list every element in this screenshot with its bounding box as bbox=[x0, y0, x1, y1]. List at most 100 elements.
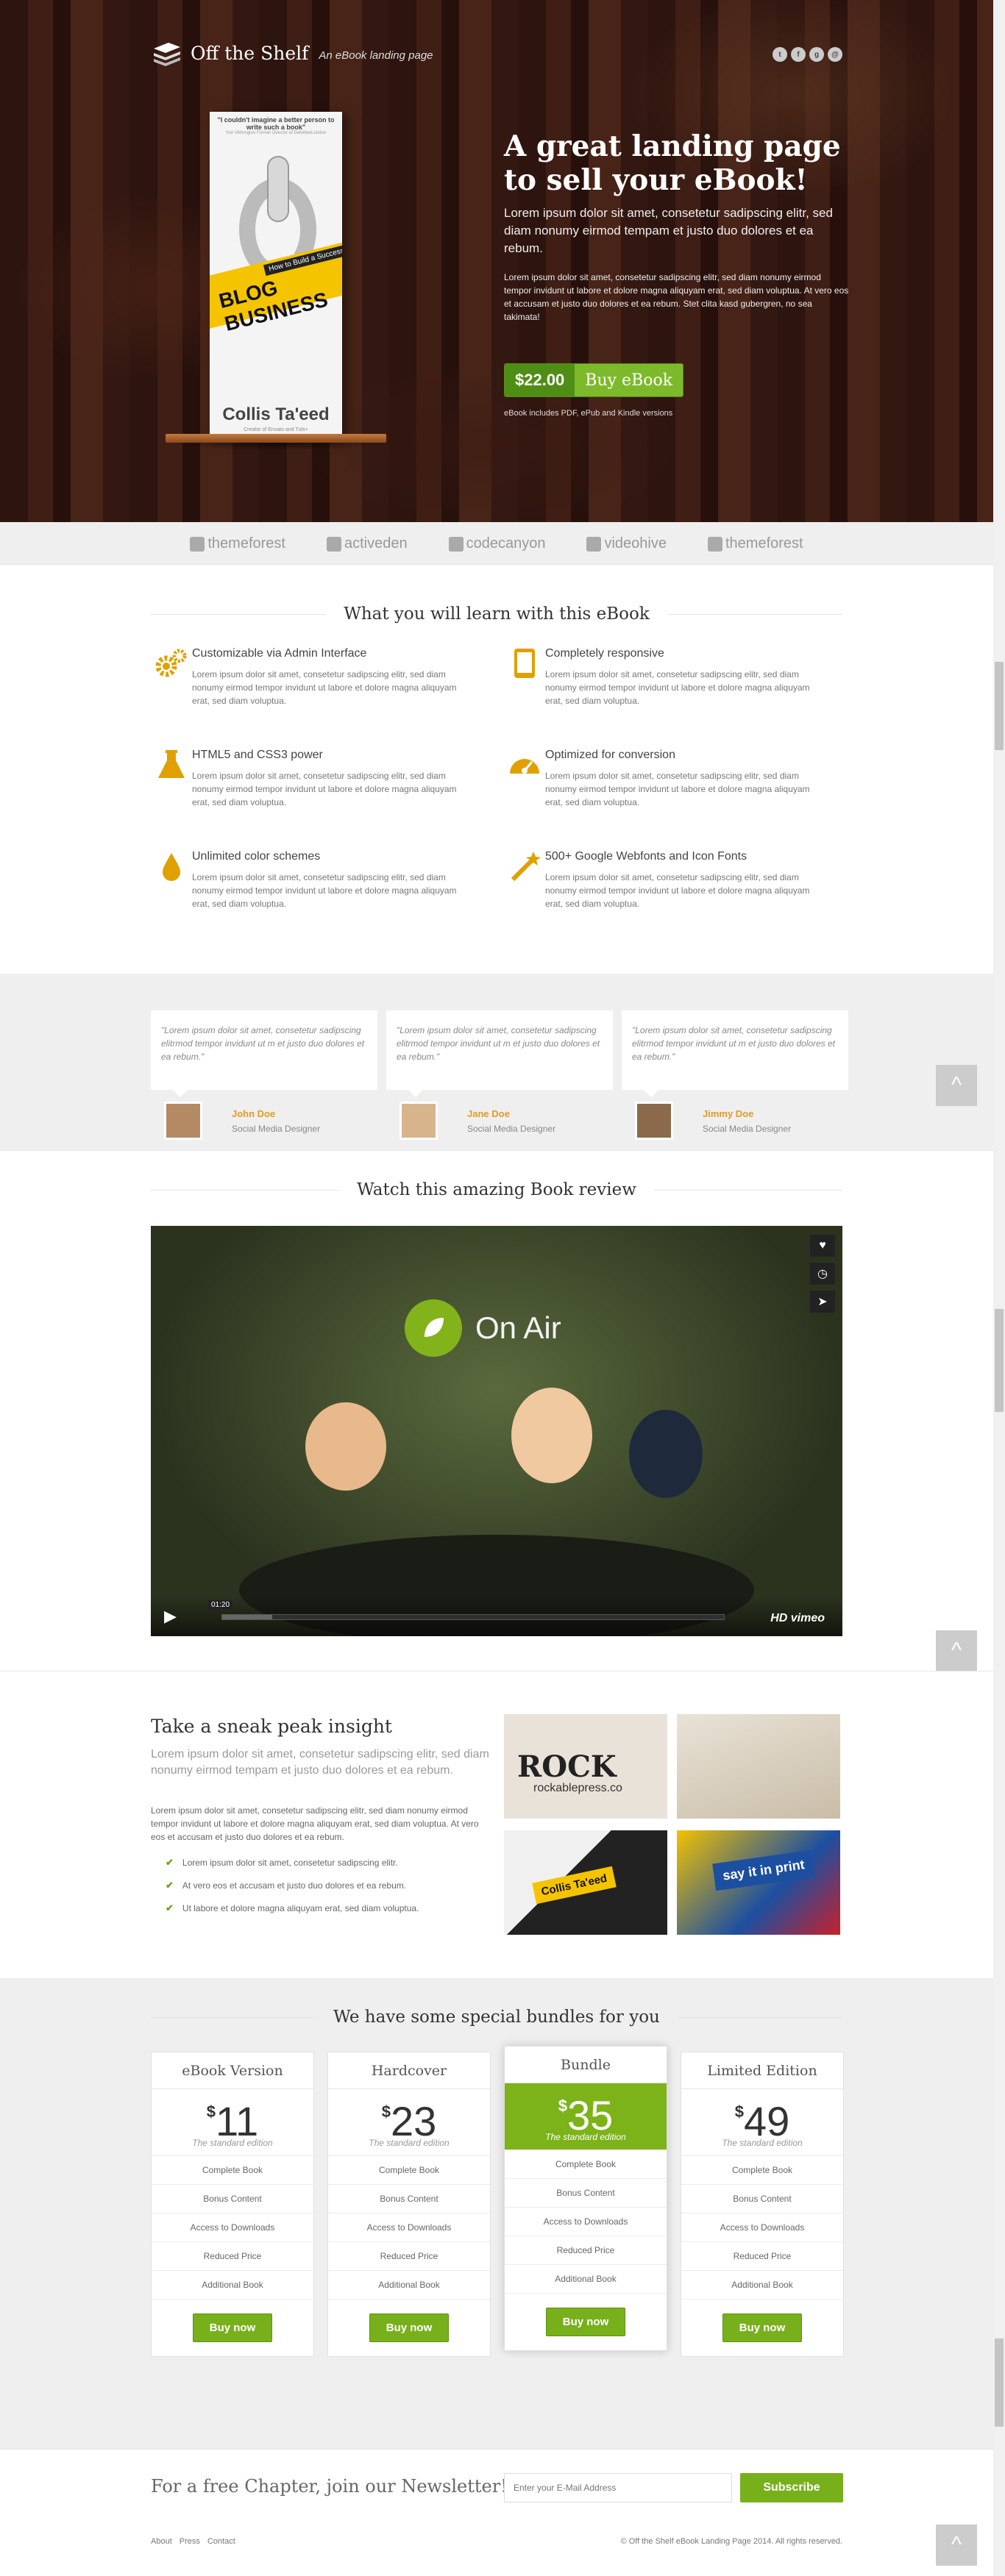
avatar bbox=[164, 1102, 202, 1140]
plan-name: Hardcover bbox=[328, 2052, 490, 2089]
buy-now-button[interactable]: Buy now bbox=[545, 2308, 626, 2336]
video-heading: Watch this amazing Book review bbox=[357, 1180, 636, 1199]
partner-videohive[interactable]: videohive bbox=[586, 535, 667, 552]
twitter-icon[interactable]: t bbox=[773, 47, 787, 62]
googleplus-icon[interactable]: g bbox=[809, 47, 824, 62]
gallery-image-book-pages[interactable] bbox=[677, 1714, 840, 1819]
testimonial-role: Social Media Designer bbox=[703, 1123, 792, 1134]
testimonial-card: "Lorem ipsum dolor sit amet, consetetur … bbox=[386, 1010, 613, 1140]
plan-price: $35 The standard edition bbox=[505, 2083, 667, 2149]
testimonial-card: "Lorem ipsum dolor sit amet, consetetur … bbox=[622, 1010, 848, 1140]
scrollbar-thumb[interactable] bbox=[995, 2338, 1004, 2427]
testimonials-section: "Lorem ipsum dolor sit amet, consetetur … bbox=[0, 974, 993, 1150]
flask-icon bbox=[151, 744, 192, 785]
book-author-sub: Creator of Envato and Tuts+ bbox=[244, 427, 308, 432]
pricing-section: We have some special bundles for you eBo… bbox=[0, 1978, 993, 2449]
testimonial-name: Jimmy Doe bbox=[703, 1107, 754, 1119]
vimeo-hd-label[interactable]: HD vimeo bbox=[770, 1612, 825, 1625]
plan-name: Bundle bbox=[505, 2047, 667, 2083]
avatar bbox=[399, 1102, 438, 1140]
email-icon[interactable]: @ bbox=[828, 47, 842, 62]
partner-codecanyon[interactable]: codecanyon bbox=[448, 535, 545, 552]
buy-now-button[interactable]: Buy now bbox=[722, 2313, 803, 2342]
buy-ebook-label: Buy eBook bbox=[575, 364, 683, 396]
buy-now-button[interactable]: Buy now bbox=[369, 2313, 450, 2342]
scrollbar[interactable] bbox=[993, 0, 1005, 2576]
feature-item: Optimized for conversion Lorem ipsum dolo… bbox=[504, 744, 828, 809]
gears-icon bbox=[151, 643, 192, 684]
video-heading-row: Watch this amazing Book review bbox=[151, 1180, 842, 1199]
plan-name: Limited Edition bbox=[681, 2052, 843, 2089]
video-progress[interactable] bbox=[221, 1614, 725, 1620]
social-links: t f g @ bbox=[773, 47, 842, 62]
book-cover: "I couldn't imagine a better person to w… bbox=[210, 112, 342, 435]
feature-item: Customizable via Admin Interface Lorem ip… bbox=[151, 643, 475, 707]
gallery-image-rock[interactable]: ROCK rockablepress.co bbox=[504, 1714, 667, 1819]
scroll-to-top-button[interactable]: ^ bbox=[936, 1065, 977, 1106]
video-section: Watch this amazing Book review On Air ♥ … bbox=[0, 1150, 993, 1671]
plan-feature: Access to Downloads bbox=[681, 2213, 843, 2241]
check-icon: ✔ bbox=[166, 1857, 174, 1868]
testimonial-name: Jane Doe bbox=[467, 1107, 510, 1119]
plan-feature: Complete Book bbox=[328, 2155, 490, 2184]
send-icon[interactable]: ➤ bbox=[810, 1291, 835, 1313]
email-field[interactable] bbox=[504, 2473, 732, 2502]
plan-feature: Complete Book bbox=[681, 2155, 843, 2184]
pricing-plan-ebook: eBook Version $11 The standard edition Co… bbox=[151, 2052, 314, 2357]
gallery-image-print[interactable]: say it in print bbox=[677, 1830, 840, 1935]
feature-text: Lorem ipsum dolor sit amet, consetetur s… bbox=[545, 872, 810, 909]
check-icon: ✔ bbox=[166, 1880, 174, 1891]
gallery-image-cards[interactable]: Collis Ta'eed bbox=[504, 1830, 667, 1935]
scroll-to-top-button[interactable]: ^ bbox=[936, 1630, 977, 1671]
hero-price: $22.00 bbox=[505, 364, 575, 396]
buy-now-button[interactable]: Buy now bbox=[192, 2313, 273, 2342]
hero-lead: Lorem ipsum dolor sit amet, consetetur s… bbox=[504, 206, 833, 255]
scroll-to-top-button[interactable]: ^ bbox=[936, 2525, 977, 2566]
clock-icon[interactable]: ◷ bbox=[810, 1263, 835, 1285]
video-player[interactable]: On Air ♥ ◷ ➤ ▶ 01:20 HD vimeo bbox=[151, 1226, 842, 1636]
site-logo[interactable]: Off the Shelf An eBook landing page bbox=[151, 38, 433, 68]
copyright: © Off the Shelf eBook Landing Page 2014.… bbox=[620, 2537, 842, 2546]
plan-feature: Bonus Content bbox=[681, 2184, 843, 2213]
features-section: What you will learn with this eBook Cust… bbox=[0, 565, 993, 974]
partner-themeforest[interactable]: themeforest bbox=[190, 535, 285, 552]
feature-item: HTML5 and CSS3 power Lorem ipsum dolor si… bbox=[151, 744, 475, 809]
magic-wand-icon bbox=[504, 846, 545, 887]
plan-feature: Bonus Content bbox=[505, 2178, 667, 2207]
scrollbar-thumb[interactable] bbox=[995, 662, 1004, 750]
feature-text: Lorem ipsum dolor sit amet, consetetur s… bbox=[192, 872, 457, 909]
testimonial-role: Social Media Designer bbox=[467, 1123, 556, 1134]
partner-themeforest-2[interactable]: themeforest bbox=[708, 535, 803, 552]
character-boy bbox=[305, 1402, 386, 1491]
testimonial-quote: "Lorem ipsum dolor sit amet, consetetur … bbox=[386, 1010, 613, 1097]
heart-icon[interactable]: ♥ bbox=[810, 1235, 835, 1257]
plan-price: $23 The standard edition bbox=[369, 2098, 450, 2149]
newsletter-title: For a free Chapter, join our Newsletter! bbox=[151, 2476, 508, 2497]
pricing-plan-limited: Limited Edition $49 The standard edition … bbox=[681, 2052, 844, 2357]
scrollbar-thumb[interactable] bbox=[995, 1309, 1004, 1412]
plan-feature: Reduced Price bbox=[681, 2241, 843, 2270]
check-icon: ✔ bbox=[166, 1902, 174, 1913]
footer-link-about[interactable]: About bbox=[151, 2537, 172, 2546]
buy-ebook-button[interactable]: $22.00 Buy eBook bbox=[504, 363, 684, 397]
plan-feature: Additional Book bbox=[152, 2270, 313, 2299]
subscribe-button[interactable]: Subscribe bbox=[740, 2473, 843, 2502]
plan-feature: Complete Book bbox=[152, 2155, 313, 2184]
list-item: ✔ Lorem ipsum dolor sit amet, consetetur … bbox=[166, 1857, 398, 1868]
feature-item: 500+ Google Webfonts and Icon Fonts Lorem… bbox=[504, 846, 828, 910]
chevron-up-icon: ^ bbox=[951, 2533, 962, 2557]
feature-text: Lorem ipsum dolor sit amet, consetetur s… bbox=[545, 771, 810, 807]
feature-title: Completely responsive bbox=[545, 647, 664, 660]
plan-price: $49 The standard edition bbox=[722, 2098, 803, 2149]
footer-link-contact[interactable]: Contact bbox=[207, 2537, 235, 2546]
partner-activeden[interactable]: activeden bbox=[326, 535, 408, 552]
plan-feature: Access to Downloads bbox=[152, 2213, 313, 2241]
leaf-logo-icon bbox=[405, 1299, 462, 1357]
play-icon[interactable]: ▶ bbox=[164, 1607, 177, 1626]
plan-feature: Reduced Price bbox=[152, 2241, 313, 2270]
avatar bbox=[635, 1102, 673, 1140]
chevron-up-icon: ^ bbox=[951, 1073, 962, 1097]
facebook-icon[interactable]: f bbox=[791, 47, 806, 62]
logo-name: Off the Shelf bbox=[191, 42, 309, 64]
footer-link-press[interactable]: Press bbox=[180, 2537, 200, 2546]
